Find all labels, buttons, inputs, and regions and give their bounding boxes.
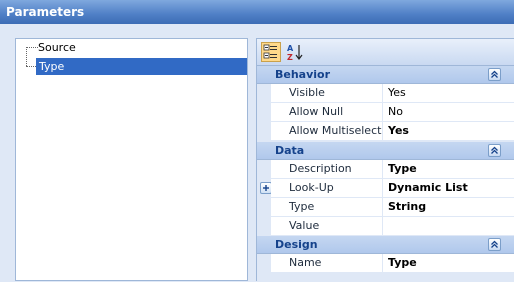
window-title-bar: Parameters bbox=[0, 0, 514, 24]
property-row-value[interactable]: Value bbox=[257, 217, 514, 236]
property-name: Look-Up Settings bbox=[271, 179, 383, 212]
chevron-up-icon bbox=[491, 146, 498, 154]
row-gutter bbox=[257, 198, 271, 217]
tree-item-type[interactable]: Type bbox=[36, 58, 247, 75]
plus-icon bbox=[263, 185, 269, 191]
sort-alphabetical-icon: A Z bbox=[287, 44, 303, 62]
property-row-name[interactable]: Name Type bbox=[257, 254, 514, 273]
sort-alphabetical-button[interactable]: A Z bbox=[285, 42, 305, 62]
property-value[interactable]: Yes bbox=[383, 84, 514, 103]
property-name: Type bbox=[271, 198, 383, 217]
window-title: Parameters bbox=[6, 5, 85, 19]
category-label: Behavior bbox=[275, 68, 331, 81]
property-row-look-up-settings[interactable]: Look-Up Settings Dynamic List bbox=[257, 179, 514, 212]
property-value[interactable]: Dynamic List bbox=[383, 179, 514, 198]
property-value[interactable]: Type bbox=[383, 254, 514, 273]
property-row-allow-null[interactable]: Allow Null No bbox=[257, 103, 514, 122]
property-grid: A Z Behavior Visible Yes Allow Null No A… bbox=[256, 38, 514, 282]
tree-item-source[interactable]: Source bbox=[16, 39, 247, 56]
tree-item-label: Type bbox=[39, 60, 65, 73]
collapse-category-button[interactable] bbox=[488, 144, 501, 157]
categorized-icon bbox=[263, 44, 277, 59]
categorized-button[interactable] bbox=[261, 42, 281, 62]
property-name: Allow Multiselect bbox=[271, 122, 383, 141]
row-gutter bbox=[257, 160, 271, 179]
category-label: Data bbox=[275, 144, 305, 157]
property-name: Name bbox=[271, 254, 383, 273]
svg-text:Z: Z bbox=[287, 53, 293, 62]
property-name: Description bbox=[271, 160, 383, 179]
category-behavior[interactable]: Behavior bbox=[257, 66, 514, 84]
property-row-type[interactable]: Type String bbox=[257, 198, 514, 217]
property-row-allow-multiselect[interactable]: Allow Multiselect Yes bbox=[257, 122, 514, 141]
category-label: Design bbox=[275, 238, 318, 251]
property-value[interactable]: Type bbox=[383, 160, 514, 179]
property-row-visible[interactable]: Visible Yes bbox=[257, 84, 514, 103]
row-gutter bbox=[257, 84, 271, 103]
row-gutter bbox=[257, 103, 271, 122]
svg-text:A: A bbox=[287, 44, 294, 53]
chevron-up-icon bbox=[491, 240, 498, 248]
chevron-up-icon bbox=[491, 70, 498, 78]
property-name: Visible bbox=[271, 84, 383, 103]
property-value[interactable] bbox=[383, 217, 514, 236]
property-value[interactable]: String bbox=[383, 198, 514, 217]
property-name: Allow Null bbox=[271, 103, 383, 122]
row-gutter bbox=[257, 254, 271, 273]
collapse-category-button[interactable] bbox=[488, 68, 501, 81]
property-grid-toolbar: A Z bbox=[257, 39, 514, 66]
property-value[interactable]: No bbox=[383, 103, 514, 122]
property-name: Value bbox=[271, 217, 383, 236]
collapse-category-button[interactable] bbox=[488, 238, 501, 251]
category-design[interactable]: Design bbox=[257, 236, 514, 254]
tree-item-label: Source bbox=[38, 41, 76, 54]
row-gutter bbox=[257, 217, 271, 236]
property-row-description[interactable]: Description Type bbox=[257, 160, 514, 179]
property-grid-body: Behavior Visible Yes Allow Null No Allow… bbox=[257, 66, 514, 282]
category-data[interactable]: Data bbox=[257, 142, 514, 160]
property-value[interactable]: Yes bbox=[383, 122, 514, 141]
parameters-tree[interactable]: Source Type bbox=[15, 38, 248, 281]
row-gutter bbox=[257, 122, 271, 141]
